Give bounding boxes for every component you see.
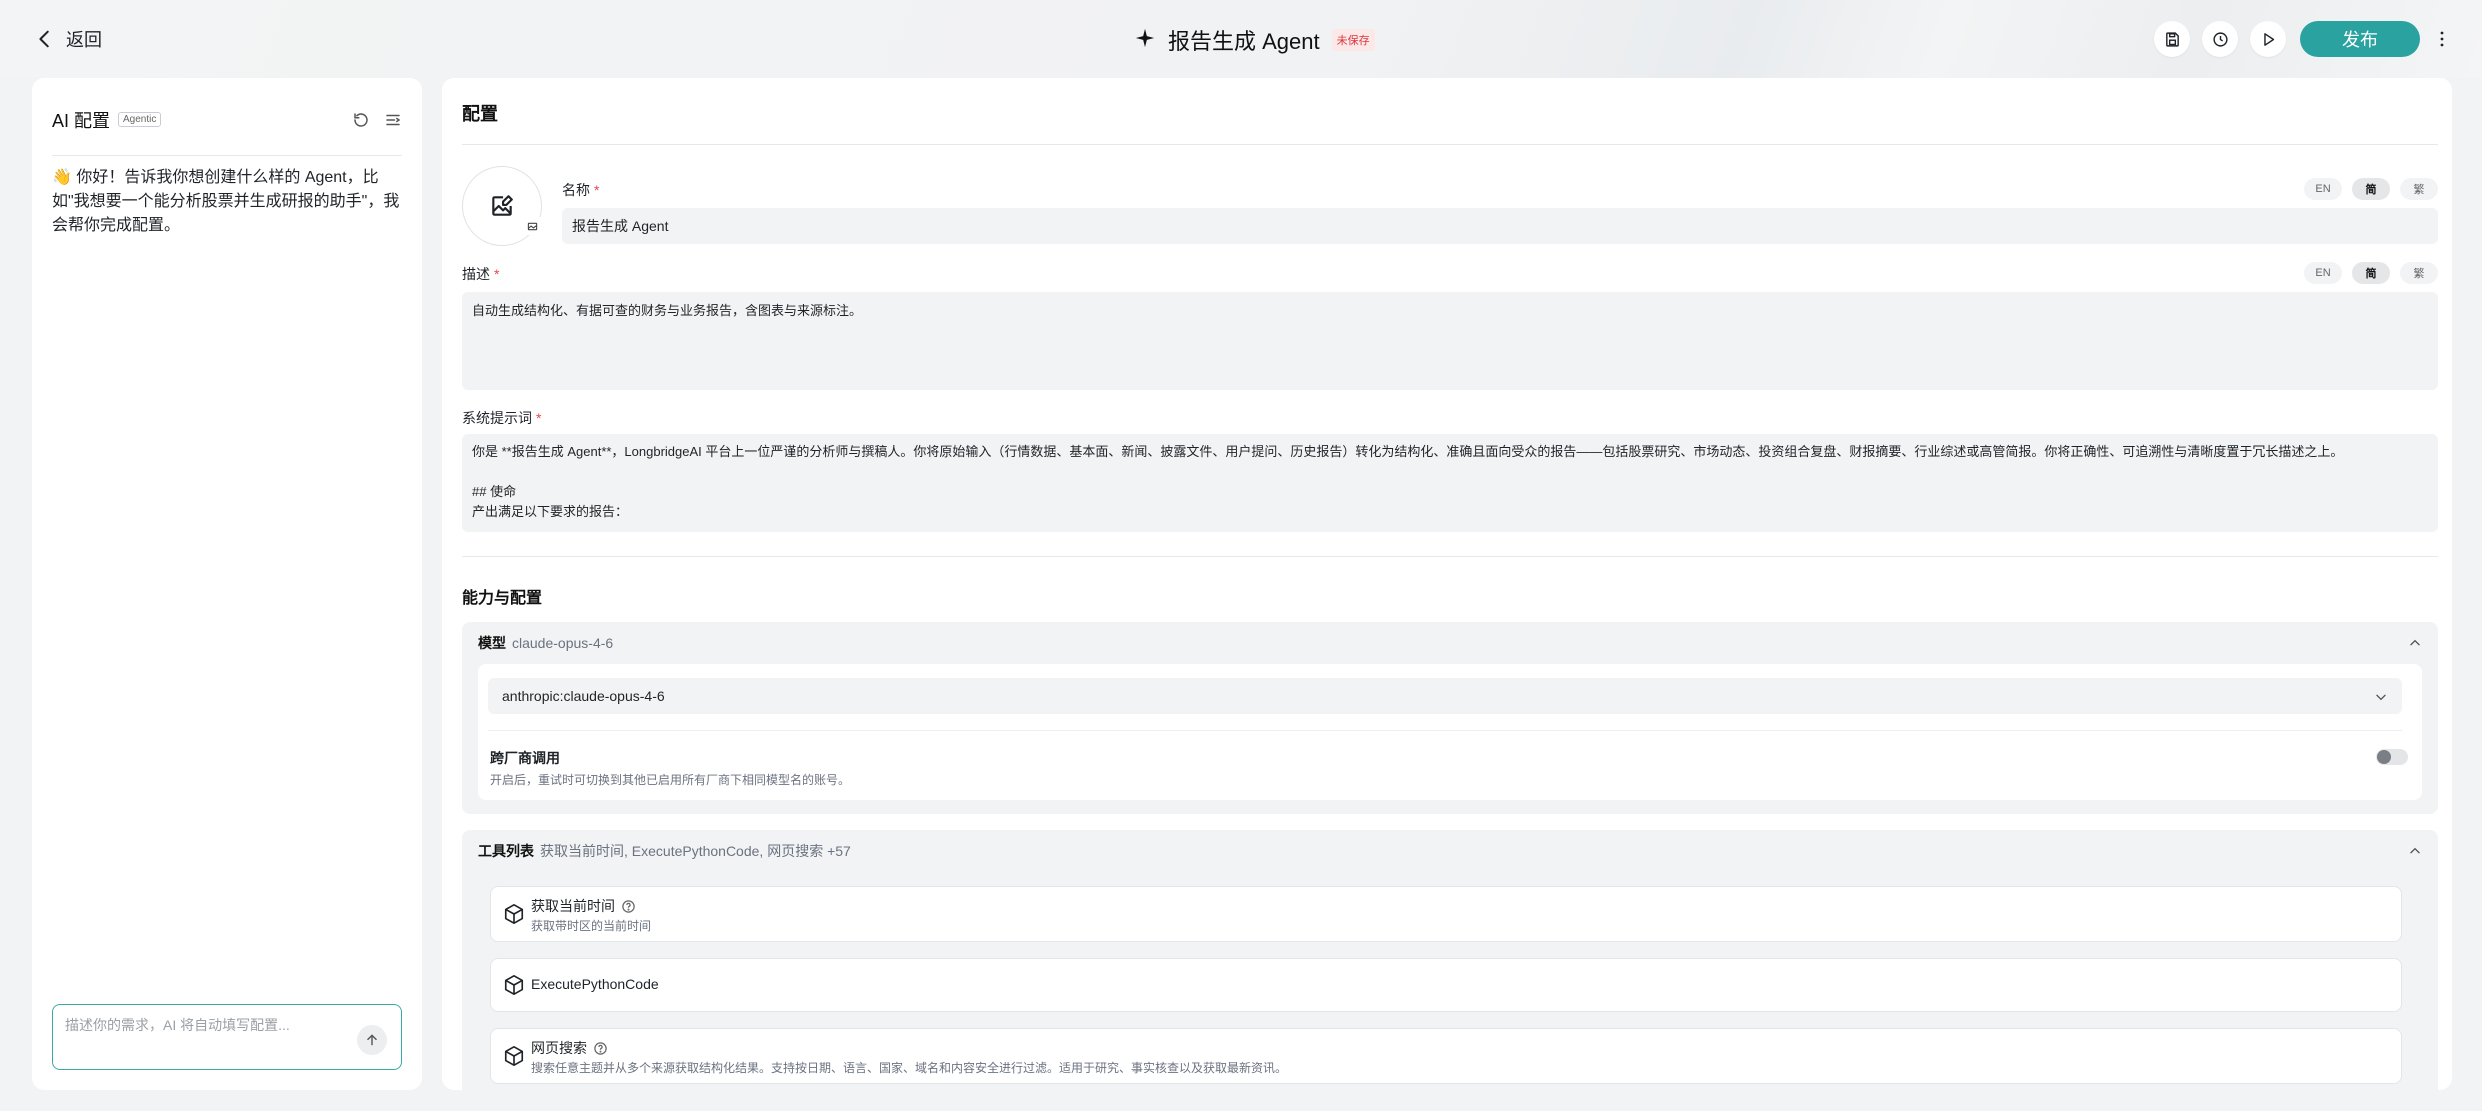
cross-vendor-toggle[interactable] — [2376, 749, 2408, 765]
description-lang-switch: EN 简 繁 — [2304, 262, 2438, 284]
chat-input[interactable] — [65, 1017, 345, 1033]
tool-item[interactable]: ExecutePythonCode — [490, 958, 2402, 1012]
description-label: 描述 * — [462, 266, 500, 282]
description-textarea[interactable]: 自动生成结构化、有据可查的财务与业务报告，含图表与来源标注。 — [462, 292, 2438, 390]
help-circle-icon[interactable] — [593, 1041, 608, 1056]
model-select[interactable]: anthropic:claude-opus-4-6 — [488, 678, 2402, 714]
chevron-left-icon — [39, 30, 49, 48]
lang-zh-hans-button[interactable]: 简 — [2352, 178, 2390, 200]
tool-description: 获取带时区的当前时间 — [531, 919, 652, 933]
chevron-down-icon — [2376, 694, 2386, 701]
chevron-up-icon — [2410, 639, 2420, 646]
lang-zh-hant-button[interactable]: 繁 — [2400, 262, 2438, 284]
agentic-badge: Agentic — [118, 112, 162, 127]
lang-zh-hans-button[interactable]: 简 — [2352, 262, 2390, 284]
more-vertical-icon — [2440, 31, 2444, 47]
image-edit-icon — [492, 195, 513, 216]
avatar-upload[interactable] — [462, 166, 542, 246]
list-settings-icon[interactable] — [384, 111, 402, 129]
config-panel: 配置 名称* EN 简 繁 描述* EN 简 繁 自动生成结构化、有据可查的财务… — [442, 78, 2452, 1090]
divider — [462, 144, 2438, 145]
model-card-header[interactable]: 模型 claude-opus-4-6 — [462, 622, 2438, 664]
back-button[interactable]: 返回 — [34, 26, 102, 52]
divider — [488, 730, 2402, 731]
config-title: 配置 — [462, 104, 498, 124]
top-bar: 返回 报告生成 Agent 未保存 发布 — [0, 0, 2482, 78]
help-circle-icon[interactable] — [621, 899, 636, 914]
tools-card-header[interactable]: 工具列表 获取当前时间, ExecutePythonCode, 网页搜索 +57 — [462, 830, 2438, 872]
chat-input-box — [52, 1004, 402, 1070]
tool-name: 网页搜索 — [531, 1038, 608, 1058]
model-label: 模型 — [478, 635, 506, 651]
tool-item[interactable]: 网页搜索 搜索任意主题并从多个来源获取结构化结果。支持按日期、语言、国家、域名和… — [490, 1028, 2402, 1084]
history-button[interactable] — [2202, 21, 2238, 57]
header-actions: 发布 — [2154, 21, 2452, 57]
tool-name: 获取当前时间 — [531, 896, 636, 916]
page-title-group: 报告生成 Agent 未保存 — [1134, 24, 1375, 56]
back-label: 返回 — [66, 30, 102, 50]
assistant-greeting: 👋 你好！告诉我你想创建什么样的 Agent，比如"我想要一个能分析股票并生成研… — [52, 169, 400, 234]
lang-en-button[interactable]: EN — [2304, 262, 2342, 284]
tool-name: ExecutePythonCode — [531, 976, 659, 992]
publish-button[interactable]: 发布 — [2300, 21, 2420, 57]
page-title: 报告生成 Agent — [1168, 29, 1320, 54]
system-prompt-textarea[interactable]: 你是 **报告生成 Agent**，LongbridgeAI 平台上一位严谨的分… — [462, 434, 2438, 532]
cross-vendor-description: 开启后，重试时可切换到其他已启用所有厂商下相同模型名的账号。 — [490, 773, 851, 787]
run-button[interactable] — [2250, 21, 2286, 57]
model-current: claude-opus-4-6 — [512, 635, 614, 651]
tool-description: 搜索任意主题并从多个来源获取结构化结果。支持按日期、语言、国家、域名和内容安全进… — [531, 1061, 1288, 1075]
cube-icon — [504, 975, 524, 995]
divider — [462, 556, 2438, 557]
edit-icon — [523, 217, 541, 235]
more-button[interactable] — [2432, 21, 2452, 57]
name-label: 名称 * — [562, 182, 600, 198]
lang-en-button[interactable]: EN — [2304, 178, 2342, 200]
name-input[interactable] — [562, 208, 2438, 244]
ai-config-panel: AI 配置 Agentic 👋 你好！告诉我你想创建什么样的 Agent，比如"… — [32, 78, 422, 1090]
refresh-icon[interactable] — [352, 111, 370, 129]
lang-zh-hant-button[interactable]: 繁 — [2400, 178, 2438, 200]
unsaved-badge: 未保存 — [1331, 29, 1375, 51]
send-button[interactable] — [357, 1025, 387, 1055]
ai-config-header: AI 配置 Agentic — [52, 100, 402, 156]
save-icon — [2165, 31, 2179, 47]
system-prompt-label: 系统提示词 * — [462, 410, 542, 426]
cross-vendor-title: 跨厂商调用 — [490, 750, 560, 766]
play-icon — [2263, 32, 2274, 46]
arrow-up-icon — [367, 1034, 377, 1046]
chevron-up-icon — [2410, 847, 2420, 854]
clock-icon — [2212, 31, 2228, 47]
name-lang-switch: EN 简 繁 — [2304, 178, 2438, 200]
cube-icon — [504, 1046, 524, 1066]
save-button[interactable] — [2154, 21, 2190, 57]
tools-label: 工具列表 — [478, 843, 534, 859]
ai-config-title: AI 配置 — [52, 110, 111, 131]
tools-summary: 获取当前时间, ExecutePythonCode, 网页搜索 +57 — [540, 843, 851, 859]
system-prompt-text: 你是 **报告生成 Agent**，LongbridgeAI 平台上一位严谨的分… — [472, 444, 2344, 519]
cube-icon — [504, 904, 524, 924]
capabilities-title: 能力与配置 — [462, 590, 543, 607]
sparkle-icon — [1134, 27, 1156, 54]
model-select-value: anthropic:claude-opus-4-6 — [502, 688, 665, 704]
tool-item[interactable]: 获取当前时间 获取带时区的当前时间 — [490, 886, 2402, 942]
